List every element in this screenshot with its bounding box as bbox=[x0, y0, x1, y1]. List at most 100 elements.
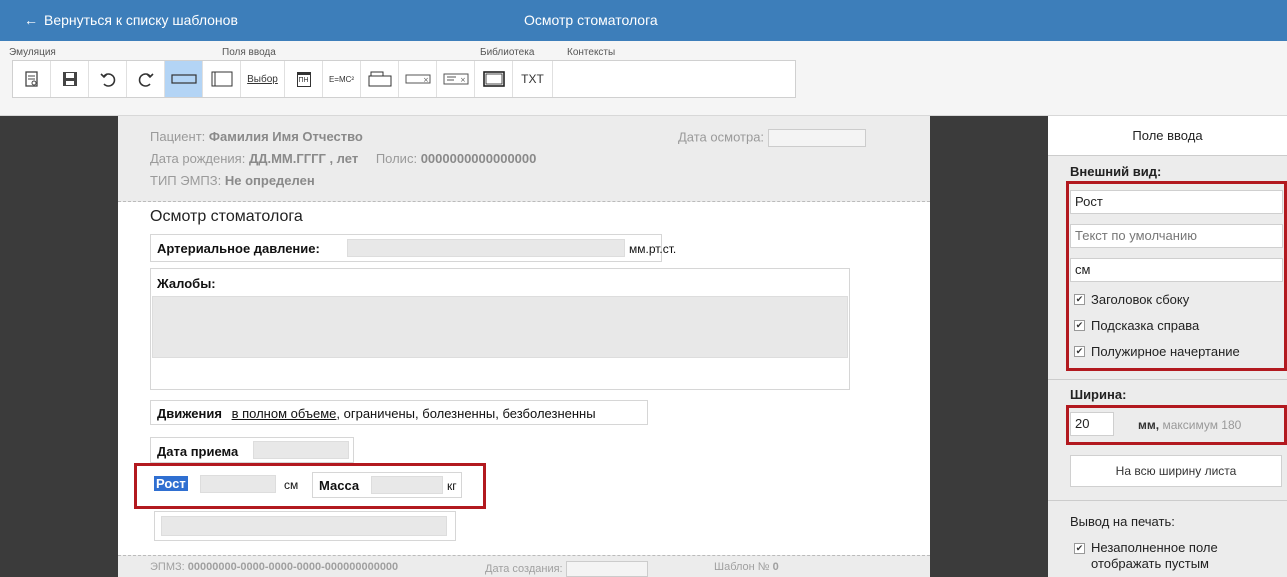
svg-text:×: × bbox=[460, 76, 466, 84]
library-block-icon bbox=[368, 71, 391, 87]
back-link-label: Вернуться к списку шаблонов bbox=[44, 12, 238, 28]
document-title: Осмотр стоматолога bbox=[150, 208, 303, 225]
pressure-input[interactable] bbox=[347, 239, 625, 257]
movements-option-painless[interactable]: безболезненны bbox=[503, 406, 596, 421]
right-margin bbox=[930, 116, 1048, 577]
top-bar: ← Вернуться к списку шаблонов Осмотр сто… bbox=[0, 0, 1287, 41]
arrow-left-icon: ← bbox=[24, 12, 38, 28]
complaints-input[interactable] bbox=[152, 296, 848, 358]
library-field-icon: × bbox=[405, 74, 430, 84]
select-field-label: Выбор bbox=[247, 73, 278, 85]
back-to-templates-link[interactable]: ← Вернуться к списку шаблонов bbox=[24, 12, 238, 28]
birth-value: ДД.ММ.ГГГГ , лет bbox=[248, 151, 359, 166]
patient-label: Пациент: bbox=[150, 129, 206, 144]
movements-option-limited[interactable]: ограничены bbox=[344, 406, 415, 421]
redo-button[interactable] bbox=[127, 61, 165, 97]
type-label: ТИП ЭМПЗ: bbox=[150, 173, 222, 188]
formula-button[interactable]: E=MC² bbox=[323, 61, 361, 97]
birth-label: Дата рождения: bbox=[150, 151, 246, 166]
toolbar-buttons: Выбор ПН E=MC² × × TXT bbox=[12, 60, 796, 98]
document-page: Пациент: Фамилия Имя Отчество Дата осмот… bbox=[118, 116, 930, 577]
footer-emz-value: 00000000-0000-0000-0000-000000000000 bbox=[187, 561, 399, 573]
panel-divider bbox=[1048, 500, 1287, 501]
pressure-field[interactable]: Артериальное давление: мм.рт.ст. bbox=[150, 234, 676, 262]
library-field-button[interactable]: × bbox=[399, 61, 437, 97]
preview-icon bbox=[24, 71, 38, 87]
reception-date-field[interactable]: Дата приема bbox=[150, 437, 354, 463]
highlight-appearance bbox=[1066, 181, 1287, 371]
svg-text:×: × bbox=[423, 76, 429, 84]
group-label-contexts: Контексты bbox=[567, 47, 616, 58]
empty-field[interactable] bbox=[154, 511, 456, 541]
formula-label: E=MC² bbox=[328, 74, 355, 84]
context-field-button[interactable]: × bbox=[437, 61, 475, 97]
document-footer: ЭПМЗ: 00000000-0000-0000-0000-0000000000… bbox=[118, 555, 930, 577]
reception-date-label: Дата приема bbox=[157, 444, 239, 459]
full-width-button[interactable]: На всю ширину листа bbox=[1070, 455, 1282, 487]
toolbar-empty-slot bbox=[553, 61, 597, 97]
document-header: Пациент: Фамилия Имя Отчество Дата осмот… bbox=[118, 116, 930, 202]
pressure-label: Артериальное давление: bbox=[157, 241, 320, 256]
panel-title: Поле ввода bbox=[1048, 116, 1287, 156]
context-field-icon: × bbox=[443, 73, 468, 85]
highlight-width bbox=[1066, 405, 1287, 445]
checkbox-print-empty-text: Незаполненное поле отображать пустым bbox=[1091, 540, 1218, 571]
redo-icon bbox=[138, 73, 154, 87]
text-area-icon bbox=[211, 71, 232, 87]
birth-line: Дата рождения: ДД.ММ.ГГГГ , лет Полис: 0… bbox=[150, 151, 536, 166]
movements-option-full[interactable]: в полном объеме bbox=[232, 406, 337, 421]
appearance-title: Внешний вид: bbox=[1070, 164, 1162, 179]
txt-button[interactable]: TXT bbox=[513, 61, 553, 97]
movements-field: Движения в полном объеме, ограничены, бо… bbox=[150, 400, 648, 425]
pressure-unit: мм.рт.ст. bbox=[629, 242, 677, 256]
checkbox-print-empty[interactable]: ✔ Незаполненное поле отображать пустым bbox=[1074, 540, 1254, 572]
frame-button[interactable] bbox=[475, 61, 513, 97]
type-line: ТИП ЭМПЗ: Не определен bbox=[150, 173, 315, 188]
text-area-button[interactable] bbox=[203, 61, 241, 97]
policy-label: Полис: bbox=[375, 151, 418, 166]
type-value: Не определен bbox=[224, 173, 315, 188]
empty-field-input[interactable] bbox=[161, 516, 447, 536]
preview-button[interactable] bbox=[13, 61, 51, 97]
frame-icon bbox=[482, 71, 505, 87]
calendar-icon: ПН bbox=[296, 71, 311, 87]
save-icon bbox=[62, 72, 77, 86]
group-label-fields: Поля ввода bbox=[222, 47, 276, 58]
library-block-button[interactable] bbox=[361, 61, 399, 97]
txt-label: TXT bbox=[521, 72, 544, 86]
checkbox-checked-icon: ✔ bbox=[1074, 543, 1085, 554]
select-field-button[interactable]: Выбор bbox=[241, 61, 285, 97]
footer-template-value: 0 bbox=[772, 561, 779, 573]
text-field-icon bbox=[170, 74, 197, 84]
properties-panel: Поле ввода Внешний вид: Рост Текст по ум… bbox=[1048, 116, 1287, 577]
patient-line: Пациент: Фамилия Имя Отчество bbox=[150, 129, 363, 144]
policy-value: 0000000000000000 bbox=[420, 151, 537, 166]
exam-date-input[interactable] bbox=[767, 129, 866, 147]
complaints-field[interactable]: Жалобы: bbox=[150, 268, 850, 390]
footer-created-input bbox=[565, 561, 648, 577]
movements-option-painful[interactable]: болезненны bbox=[422, 406, 495, 421]
footer-template-label: Шаблон № bbox=[714, 561, 770, 573]
toolbar: Эмуляция Поля ввода Библиотека Контексты… bbox=[0, 41, 1287, 116]
undo-icon bbox=[99, 73, 115, 87]
exam-date-label: Дата осмотра: bbox=[678, 129, 765, 145]
highlight-height-weight bbox=[134, 463, 486, 509]
group-label-library: Библиотека bbox=[480, 47, 535, 58]
patient-value: Фамилия Имя Отчество bbox=[208, 129, 363, 144]
exam-date-line: Дата осмотра: bbox=[678, 129, 866, 147]
footer-created-label: Дата создания: bbox=[485, 562, 563, 575]
group-label-emulation: Эмуляция bbox=[9, 47, 56, 58]
date-field-button[interactable]: ПН bbox=[285, 61, 323, 97]
footer-emz-label: ЭПМЗ: bbox=[150, 561, 185, 573]
panel-divider bbox=[1048, 379, 1287, 380]
reception-date-input[interactable] bbox=[253, 441, 349, 459]
complaints-label: Жалобы: bbox=[157, 276, 216, 291]
save-button[interactable] bbox=[51, 61, 89, 97]
print-title: Вывод на печать: bbox=[1070, 514, 1175, 529]
movements-label: Движения bbox=[157, 406, 222, 421]
page-title: Осмотр стоматолога bbox=[524, 12, 658, 28]
left-margin bbox=[0, 116, 118, 577]
width-title: Ширина: bbox=[1070, 387, 1127, 402]
undo-button[interactable] bbox=[89, 61, 127, 97]
text-field-button[interactable] bbox=[165, 61, 203, 97]
